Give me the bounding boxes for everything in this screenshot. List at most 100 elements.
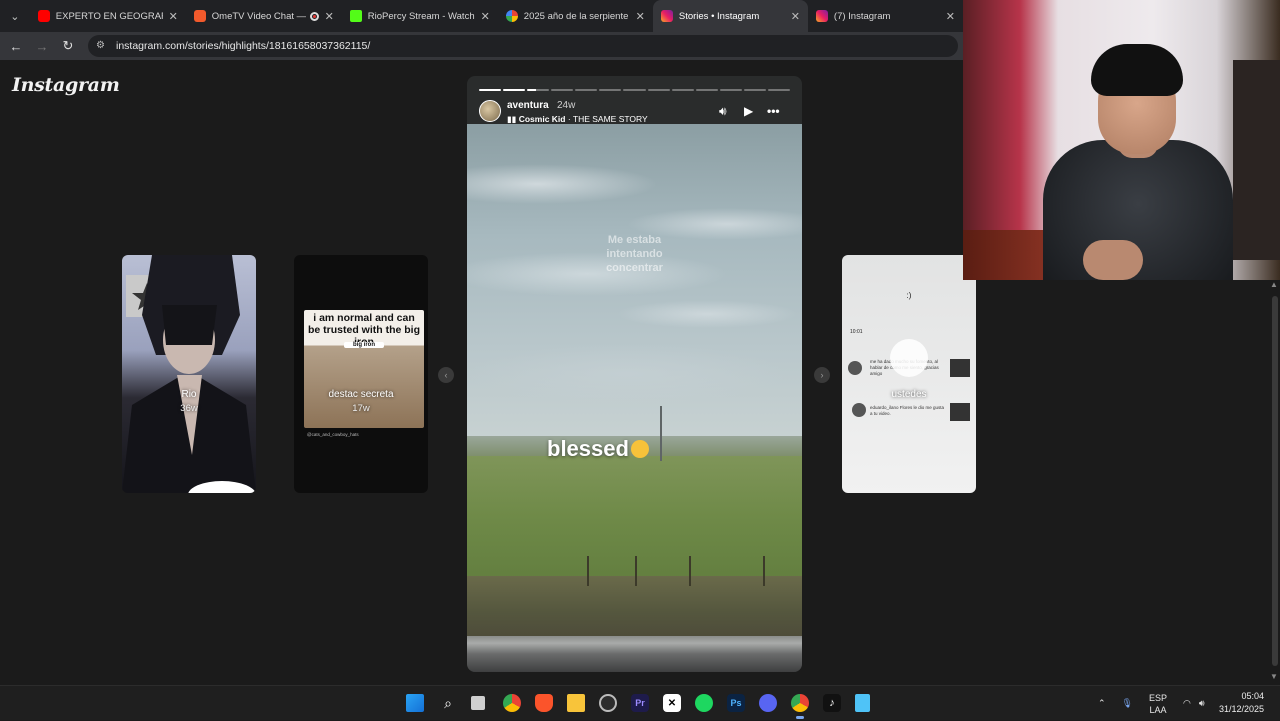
windows-start-icon[interactable]: [406, 694, 424, 712]
file-explorer-icon[interactable]: [567, 694, 585, 712]
tab-kick[interactable]: RioPercy Stream - Watch L ✕: [342, 0, 498, 32]
close-icon[interactable]: ✕: [946, 10, 955, 23]
progress-segment: [479, 89, 502, 91]
fence-post: [587, 556, 589, 586]
wifi-icon[interactable]: ◠: [1183, 698, 1191, 709]
tab-ometv[interactable]: OmeTV Video Chat — ✕: [186, 0, 342, 32]
tiktok-icon[interactable]: ♪: [823, 694, 841, 712]
music-artist: Cosmic Kid: [518, 114, 566, 124]
task-view-icon[interactable]: [471, 696, 485, 710]
tab-title: OmeTV Video Chat —: [211, 10, 306, 22]
microphone-icon[interactable]: 🎙︎: [1122, 698, 1133, 709]
fence-post: [635, 556, 637, 586]
tab-title: 2025 año de la serpiente: [523, 10, 629, 22]
keyboard-layout: LAA: [1149, 704, 1167, 715]
progress-segment: [551, 89, 574, 91]
tab-instagram-stories[interactable]: Stories • Instagram ✕: [652, 0, 808, 32]
forward-button[interactable]: →: [29, 32, 55, 60]
more-options-icon[interactable]: •••: [767, 104, 780, 118]
tab-instagram[interactable]: (7) Instagram ✕: [808, 0, 963, 32]
play-icon[interactable]: ▶: [744, 104, 753, 118]
capcut-icon[interactable]: ✕: [663, 694, 681, 712]
webcam-overlay: [963, 0, 1280, 280]
recording-icon: [309, 11, 319, 21]
music-bars-icon: ▮▮: [507, 114, 519, 124]
clock-date: 31/12/2025: [1218, 704, 1264, 714]
highlight-circle: [890, 339, 928, 377]
scrollbar-thumb[interactable]: [1272, 296, 1278, 666]
scroll-up-icon[interactable]: ▲: [1268, 280, 1280, 292]
fence-post: [689, 556, 691, 586]
tab-title: RioPercy Stream - Watch L: [367, 10, 475, 22]
progress-segment: [719, 89, 742, 91]
scroll-down-icon[interactable]: ▼: [1268, 672, 1280, 684]
notification-thumb: [950, 403, 970, 421]
photoshop-icon[interactable]: Ps: [727, 694, 745, 712]
tab-strip: ⌄ EXPERTO EN GEOGRAFÍA ✕ OmeTV Video Cha…: [0, 0, 963, 32]
close-icon[interactable]: ✕: [169, 10, 178, 23]
progress-segment: [743, 89, 766, 91]
clock-time: 05:04: [1241, 691, 1264, 701]
close-icon[interactable]: ✕: [636, 10, 645, 23]
profile-avatar: [848, 361, 862, 375]
story-progress-bar: [479, 89, 791, 91]
language-indicator[interactable]: ESP LAA: [1149, 692, 1167, 716]
story-overlay-text: Me estaba intentando concentrar: [606, 234, 663, 274]
instagram-icon: [815, 10, 828, 22]
back-button[interactable]: ←: [3, 32, 29, 60]
close-icon[interactable]: ✕: [325, 10, 334, 23]
story-username[interactable]: aventura: [507, 100, 549, 111]
reload-button[interactable]: ↻: [55, 32, 81, 60]
previous-story-button[interactable]: ‹: [438, 367, 454, 383]
caption-text: blessed: [547, 436, 629, 461]
story-label: Rio: [181, 389, 197, 400]
tab-youtube[interactable]: EXPERTO EN GEOGRAFÍA ✕: [30, 0, 186, 32]
progress-segment: [527, 89, 550, 91]
active-app-indicator: [796, 716, 804, 719]
address-bar[interactable]: ⚙ instagram.com/stories/highlights/18161…: [88, 35, 958, 57]
chrome-icon[interactable]: [503, 694, 521, 712]
notepad-icon[interactable]: [855, 694, 870, 712]
youtube-icon: [37, 10, 50, 22]
story-header: aventura 24w ▮▮ Cosmic Kid · THE SAME ST…: [479, 98, 790, 126]
instagram-icon: [660, 10, 673, 22]
brave-icon[interactable]: [535, 694, 553, 712]
profile-avatar: [852, 403, 866, 417]
story-preview-destac-secreta[interactable]: i am normal and can be trusted with the …: [294, 255, 428, 493]
tab-title: Stories • Instagram: [678, 10, 760, 22]
chrome-icon-active[interactable]: [791, 694, 809, 712]
tab-google[interactable]: 2025 año de la serpiente ✕: [498, 0, 653, 32]
fence-post: [763, 556, 765, 586]
close-icon[interactable]: ✕: [481, 10, 490, 23]
webcam-person-hair: [1091, 44, 1183, 96]
obs-icon[interactable]: [599, 694, 617, 712]
site-info-icon[interactable]: ⚙: [96, 40, 108, 52]
toolbar: ← → ↻ ⚙ instagram.com/stories/highlights…: [0, 32, 963, 60]
next-story-button[interactable]: ›: [814, 367, 830, 383]
premiere-icon[interactable]: Pr: [631, 694, 649, 712]
avatar[interactable]: [479, 100, 501, 122]
chevron-up-icon[interactable]: ⌃: [1098, 698, 1106, 709]
close-icon[interactable]: ✕: [791, 10, 800, 23]
language-code: ESP: [1148, 692, 1167, 703]
instagram-logo[interactable]: Instagram: [12, 74, 120, 96]
meme-credit: @cats_and_cowboy_hats: [307, 432, 359, 437]
smiling-face-icon: [630, 440, 649, 458]
power-pole: [660, 406, 662, 461]
discord-icon[interactable]: [759, 694, 777, 712]
tab-search-icon[interactable]: ⌄: [0, 0, 30, 32]
story-music[interactable]: ▮▮ Cosmic Kid · THE SAME STORY: [507, 114, 648, 125]
kick-icon: [349, 10, 362, 22]
volume-icon[interactable]: 🔊︎: [719, 104, 727, 119]
story-age: 24w: [557, 100, 576, 111]
main-story-viewer[interactable]: aventura 24w ▮▮ Cosmic Kid · THE SAME ST…: [467, 76, 802, 672]
story-preview-ustedes[interactable]: :) 10:01 me ha dado mucho su fomento, al…: [842, 255, 976, 493]
story-age: 17w: [352, 403, 370, 414]
search-icon[interactable]: ⌕: [439, 694, 457, 712]
clock[interactable]: 05:04 31/12/2025: [1219, 690, 1264, 716]
story-preview-rio[interactable]: Rio 36w: [122, 255, 256, 493]
webcam-chair: [1233, 60, 1280, 260]
spotify-icon[interactable]: [695, 694, 713, 712]
progress-segment: [695, 89, 718, 91]
volume-icon[interactable]: 🔊︎: [1199, 698, 1205, 709]
